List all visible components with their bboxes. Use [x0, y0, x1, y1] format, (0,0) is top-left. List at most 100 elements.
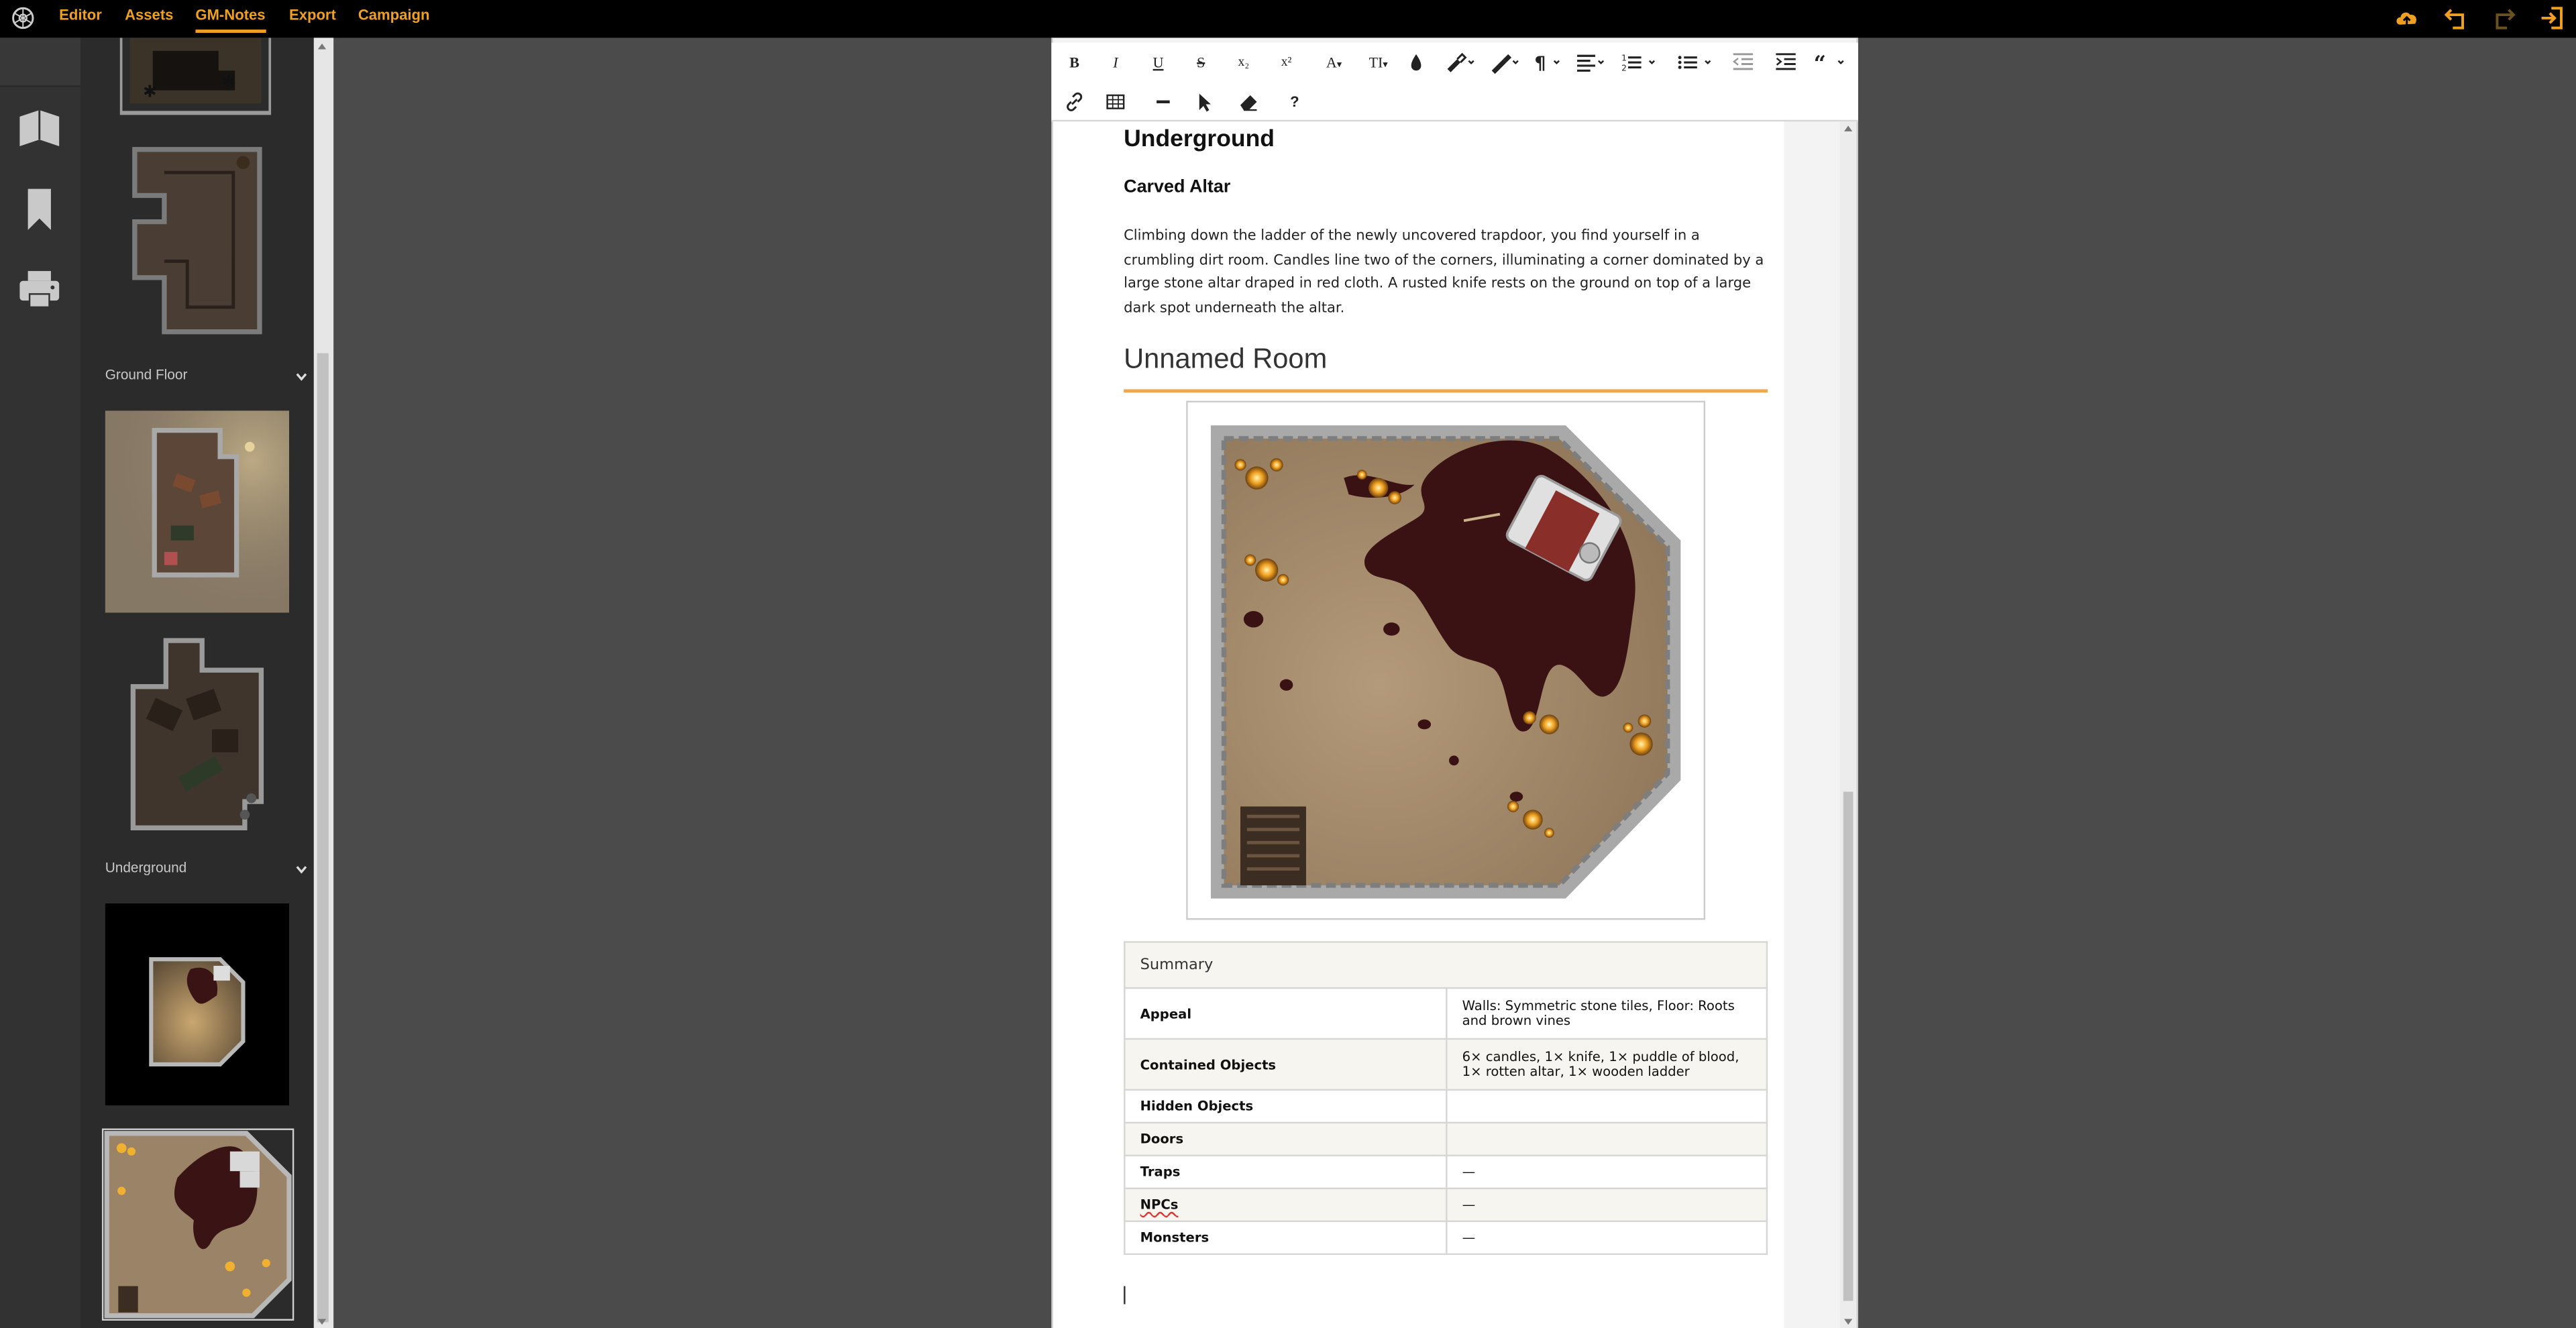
summary-title: Summary	[1124, 941, 1768, 989]
svg-text:“: “	[1814, 50, 1826, 75]
underline-button[interactable]: U	[1145, 49, 1171, 75]
summary-key-appeal: Appeal	[1124, 987, 1448, 1040]
summary-value-npcs[interactable]: —	[1446, 1187, 1768, 1223]
blockquote-icon[interactable]: “	[1812, 49, 1848, 76]
book-icon[interactable]	[15, 103, 64, 152]
cloud-upload-icon[interactable]	[2394, 5, 2420, 31]
indent-icon[interactable]	[1772, 49, 1799, 75]
superscript-button[interactable]: x²	[1273, 49, 1299, 75]
font-family-dropdown[interactable]: A▾	[1318, 49, 1350, 75]
logout-icon[interactable]	[2538, 5, 2565, 31]
app-root: Editor Assets GM-Notes Export Campaign ✱…	[0, 0, 2576, 1328]
summary-value-hidden-objects[interactable]	[1446, 1089, 1768, 1124]
map-thumbnail-panel: ✱ ✱ Ground Floor Underground	[80, 38, 314, 1328]
summary-value-traps[interactable]: —	[1446, 1154, 1768, 1190]
map-thumbnail-ground-floor-dark[interactable]	[129, 637, 264, 831]
section-label-underground: Underground	[105, 859, 187, 876]
font-family-label: A	[1326, 54, 1337, 71]
svg-text:✱: ✱	[222, 72, 236, 91]
room-subheading: Carved Altar	[1124, 177, 1231, 197]
section-heading: Underground	[1124, 126, 1275, 153]
section-label-ground-floor: Ground Floor	[105, 366, 188, 383]
scroll-up-arrow-icon[interactable]	[317, 41, 327, 51]
subscript-button[interactable]: x₂	[1230, 49, 1256, 75]
summary-key-hidden-objects: Hidden Objects	[1124, 1089, 1448, 1124]
svg-text:2: 2	[1621, 63, 1627, 72]
table-row: Monsters —	[1124, 1220, 1768, 1256]
menu-gm-notes[interactable]: GM-Notes	[195, 7, 266, 33]
outdent-icon[interactable]	[1730, 49, 1756, 75]
scrollbar-thumb[interactable]	[317, 353, 329, 1323]
svg-text:¶: ¶	[1534, 53, 1546, 74]
summary-value-appeal[interactable]: Walls: Symmetric stone tiles, Floor: Roo…	[1446, 987, 1768, 1040]
caret-down-icon: ▾	[1336, 60, 1342, 71]
room-title-divider	[1124, 389, 1768, 392]
app-logo-icon[interactable]	[10, 5, 36, 31]
rail-header	[0, 38, 81, 87]
summary-key-contained-objects: Contained Objects	[1124, 1038, 1448, 1091]
caret-down-icon: ▾	[1383, 60, 1388, 71]
redo-icon[interactable]	[2491, 5, 2517, 31]
svg-text:1: 1	[1621, 54, 1627, 63]
cursor-select-icon[interactable]	[1191, 89, 1218, 115]
table-row: Doors	[1124, 1121, 1768, 1157]
table-row: Contained Objects 6× candles, 1× knife, …	[1124, 1038, 1768, 1091]
map-thumbnail-partial[interactable]: ✱ ✱	[119, 38, 272, 115]
summary-key-doors: Doors	[1124, 1121, 1448, 1157]
summary-key-monsters: Monsters	[1124, 1220, 1448, 1256]
bold-button[interactable]: B	[1061, 49, 1087, 75]
link-icon[interactable]	[1061, 89, 1087, 115]
thumbnail-panel-scrollbar[interactable]	[313, 38, 334, 1328]
paragraph-icon[interactable]: ¶	[1531, 49, 1564, 75]
summary-value-doors[interactable]	[1446, 1121, 1768, 1157]
menu-export[interactable]: Export	[289, 7, 336, 23]
room-map-image-frame[interactable]	[1186, 400, 1707, 922]
chevron-down-icon[interactable]	[294, 863, 309, 877]
table-icon[interactable]	[1102, 89, 1128, 115]
room-map-image[interactable]	[1188, 402, 1707, 922]
undo-icon[interactable]	[2443, 5, 2469, 31]
italic-button[interactable]: I	[1102, 49, 1128, 75]
room-description: Climbing down the ladder of the newly un…	[1124, 228, 1764, 317]
menu-campaign[interactable]: Campaign	[358, 7, 430, 23]
room-summary-table: Summary Appeal Walls: Symmetric stone ti…	[1124, 941, 1768, 1256]
map-thumbnail-ground-floor-lit[interactable]	[105, 410, 290, 613]
summary-key-npcs: NPCs	[1140, 1197, 1179, 1213]
summary-value-monsters[interactable]: —	[1446, 1220, 1768, 1256]
table-row: Appeal Walls: Symmetric stone tiles, Flo…	[1124, 987, 1768, 1040]
font-size-dropdown[interactable]: TI▾	[1362, 49, 1395, 75]
scroll-down-arrow-icon[interactable]	[1843, 1317, 1854, 1327]
unordered-list-icon[interactable]	[1676, 49, 1715, 75]
menu-editor[interactable]: Editor	[59, 7, 102, 23]
rich-text-toolbar: B I U S x₂ x² A▾ TI▾ ¶ 1 2 “ ?	[1051, 42, 1858, 122]
table-row: Traps —	[1124, 1154, 1768, 1190]
text-color-icon[interactable]	[1403, 49, 1429, 75]
highlight-brush-icon[interactable]	[1442, 49, 1475, 75]
map-thumbnail-corridor[interactable]	[131, 146, 263, 335]
scroll-down-arrow-icon[interactable]	[317, 1317, 327, 1327]
map-thumbnail-underground-selected[interactable]	[101, 1128, 294, 1321]
help-button[interactable]: ?	[1281, 89, 1307, 115]
summary-value-contained-objects[interactable]: 6× candles, 1× knife, 1× puddle of blood…	[1446, 1038, 1768, 1091]
strikethrough-button[interactable]: S	[1188, 49, 1214, 75]
scroll-up-arrow-icon[interactable]	[1843, 123, 1854, 133]
room-title: Unnamed Room	[1124, 343, 1328, 375]
table-row: Hidden Objects	[1124, 1089, 1768, 1124]
bookmark-icon[interactable]	[15, 184, 64, 233]
marker-icon[interactable]	[1487, 49, 1519, 75]
summary-key-traps: Traps	[1124, 1154, 1448, 1190]
map-thumbnail-underground-dark[interactable]	[105, 903, 290, 1106]
summary-key-npcs-cell: NPCs	[1124, 1187, 1448, 1223]
print-icon[interactable]	[15, 264, 64, 313]
text-cursor	[1124, 1286, 1126, 1305]
ordered-list-icon[interactable]: 1 2	[1620, 49, 1660, 75]
menu-assets[interactable]: Assets	[125, 7, 173, 23]
eraser-icon[interactable]	[1236, 89, 1262, 115]
chevron-down-icon[interactable]	[294, 370, 309, 384]
scrollbar-thumb[interactable]	[1843, 791, 1854, 1301]
align-icon[interactable]	[1574, 49, 1607, 75]
horizontal-rule-icon[interactable]	[1150, 89, 1176, 115]
font-size-label: TI	[1368, 54, 1383, 71]
top-menu-bar: Editor Assets GM-Notes Export Campaign	[0, 0, 2576, 38]
editor-scrollbar[interactable]	[1839, 121, 1857, 1328]
